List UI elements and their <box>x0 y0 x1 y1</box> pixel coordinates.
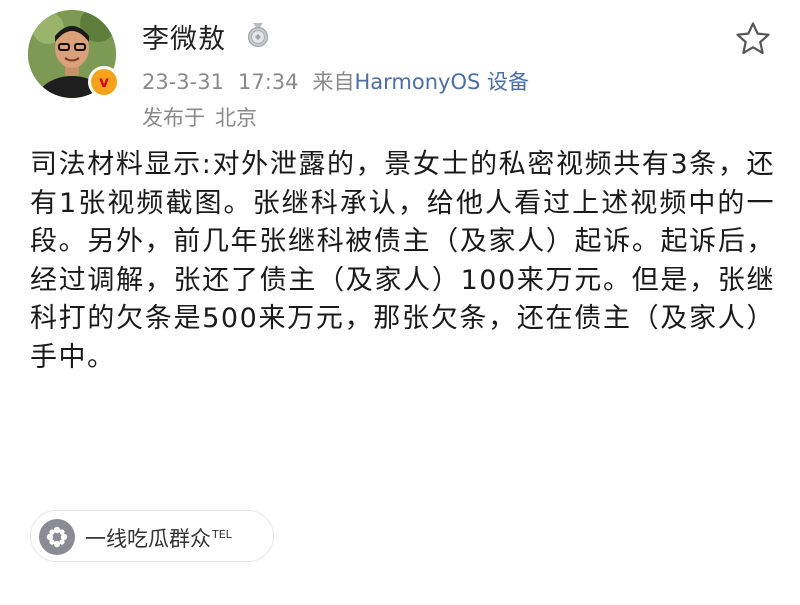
post-date: 23-3-31 <box>142 70 224 94</box>
source-label: 来自 <box>312 70 355 94</box>
location-city: 北京 <box>215 106 257 130</box>
post-location: 发布于 北京 <box>142 102 257 132</box>
medal-icon[interactable] <box>246 22 270 48</box>
topic-suffix: TEL <box>212 528 232 541</box>
topic-label: 一线吃瓜群众TEL <box>85 523 232 553</box>
post-time: 17:34 <box>237 70 299 94</box>
post-text: 司法材料显示:对外泄露的，景女士的私密视频共有3条，还有1张视频截图。张继科承认… <box>30 149 775 373</box>
source-device-link[interactable]: HarmonyOS 设备 <box>355 70 530 94</box>
post-meta: 23-3-31 17:34 来自HarmonyOS 设备 <box>142 66 529 96</box>
author-name[interactable]: 李微敖 <box>142 17 226 56</box>
flower-icon <box>39 519 75 555</box>
verified-badge-icon: v <box>88 66 120 98</box>
author-avatar-wrap[interactable]: v <box>28 10 120 98</box>
topic-chip[interactable]: 一线吃瓜群众TEL <box>30 510 274 562</box>
location-prefix: 发布于 <box>142 106 205 130</box>
post-header: v 李微敖 23-3-31 17:34 来自HarmonyOS 设备 发布于 北京 <box>0 0 800 140</box>
star-icon[interactable] <box>734 20 772 58</box>
topic-name: 一线吃瓜群众 <box>85 527 211 551</box>
